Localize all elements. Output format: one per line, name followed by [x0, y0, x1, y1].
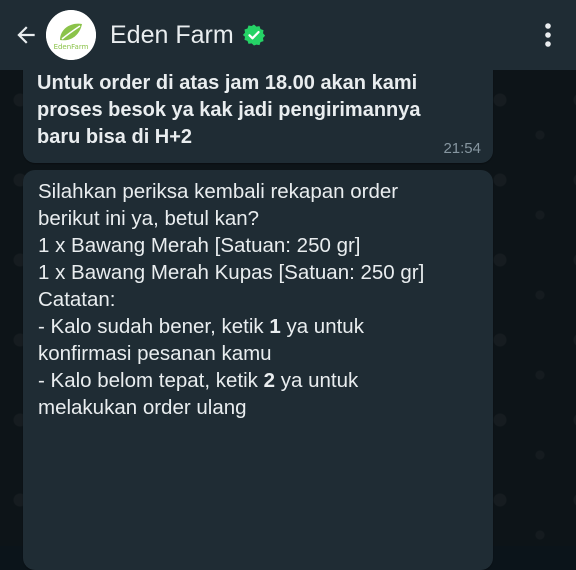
confirm-instruction-cont: konfirmasi pesanan kamu [38, 342, 272, 365]
message-line: Silahkan periksa kembali rekapan order [38, 180, 399, 203]
order-item: 1 x Bawang Merah Kupas [Satuan: 250 gr] [38, 261, 425, 284]
message-line: baru bisa di H+2 [37, 126, 193, 148]
message-line: berikut ini ya, betul kan? [38, 207, 260, 230]
contact-name: Eden Farm [110, 20, 234, 49]
message-text: Silahkan periksa kembali rekapan order b… [38, 178, 488, 421]
more-options-button[interactable] [534, 18, 562, 52]
message-time: 21:54 [443, 140, 481, 157]
avatar-logo-text: EdenFarm [53, 43, 89, 51]
verified-check-icon [242, 24, 265, 46]
notes-label: Catatan: [38, 288, 116, 311]
message-bubble[interactable]: Untuk order di atas jam 18.00 akan kami … [23, 60, 493, 163]
arrow-left-icon [17, 26, 35, 44]
confirm-instruction: - Kalo sudah bener, ketik 1 ya untuk [38, 315, 364, 338]
more-vertical-icon [545, 23, 551, 47]
back-button[interactable] [6, 15, 46, 55]
message-line: Untuk order di atas jam 18.00 akan kami [37, 72, 418, 94]
message-line: proses besok ya kak jadi pengirimannya [37, 99, 421, 121]
message-bubble[interactable]: Silahkan periksa kembali rekapan order b… [23, 170, 493, 570]
reorder-instruction: - Kalo belom tepat, ketik 2 ya untuk [38, 369, 359, 392]
chat-header: EdenFarm Eden Farm [0, 0, 576, 70]
contact-info[interactable]: Eden Farm [110, 21, 266, 50]
reorder-instruction-cont: melakukan order ulang [38, 396, 247, 419]
leaf-logo-icon [46, 10, 96, 60]
order-item: 1 x Bawang Merah [Satuan: 250 gr] [38, 234, 361, 257]
message-text: Untuk order di atas jam 18.00 akan kami … [37, 70, 482, 151]
avatar[interactable]: EdenFarm [46, 10, 96, 60]
